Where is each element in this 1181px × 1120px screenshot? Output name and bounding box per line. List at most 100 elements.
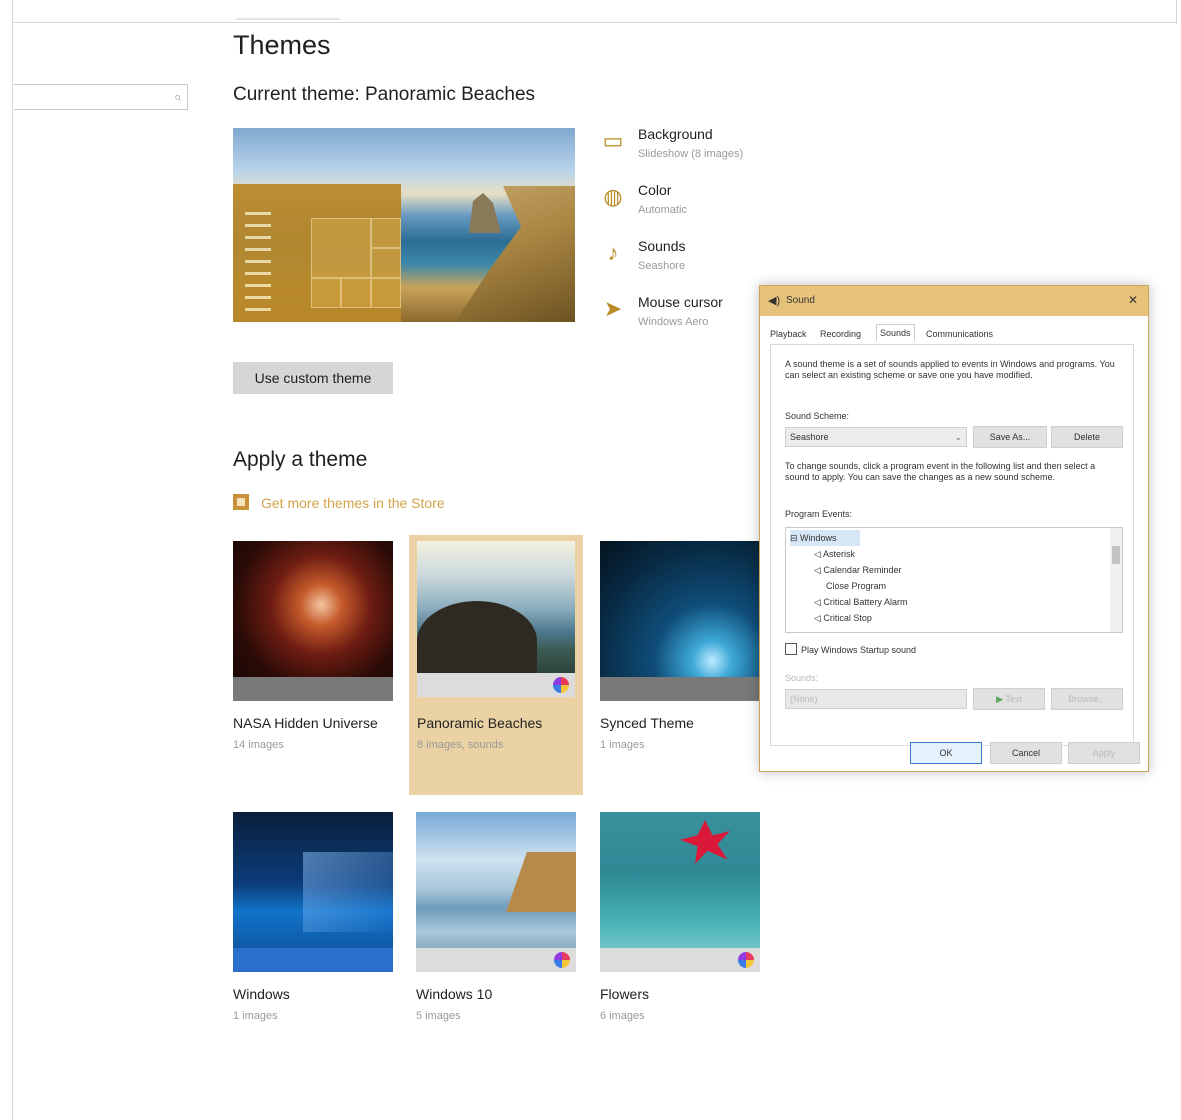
sounds-label: Sounds: xyxy=(785,673,819,683)
speaker-icon: ◀) xyxy=(768,295,781,307)
theme-count: 14 images xyxy=(233,739,284,751)
scheme-value: Seashore xyxy=(790,432,829,442)
theme-name: Windows xyxy=(233,986,290,1002)
theme-name: Synced Theme xyxy=(600,715,694,731)
window-top-border xyxy=(12,22,1176,23)
theme-thumbnail[interactable] xyxy=(600,812,760,972)
theme-count: 6 images xyxy=(600,1010,645,1022)
speaker-icon: ♪ xyxy=(607,240,619,265)
event-label: Calendar Reminder xyxy=(823,565,902,575)
list-item[interactable]: ⊟ Windows xyxy=(790,530,860,546)
play-icon: ▶ xyxy=(996,694,1006,704)
tab-sounds[interactable]: Sounds xyxy=(876,324,915,341)
setting-value: Slideshow (8 images) xyxy=(638,148,744,160)
speaker-icon: ◁ xyxy=(814,549,823,559)
store-icon xyxy=(233,494,249,510)
scheme-label: Sound Scheme: xyxy=(785,411,850,421)
picture-icon: ▭ xyxy=(602,128,624,153)
program-events-list[interactable]: ⊟ Windows ◁ Asterisk ◁ Calendar Reminder… xyxy=(785,527,1123,633)
color-palette-icon xyxy=(554,952,570,968)
change-help-text: To change sounds, click a program event … xyxy=(785,461,1096,482)
search-icon[interactable]: ⌕ xyxy=(174,89,181,105)
setting-color[interactable]: ◍ Color Automatic xyxy=(598,180,798,228)
ok-button[interactable]: OK xyxy=(910,742,982,764)
setting-value: Automatic xyxy=(638,204,687,216)
apply-button[interactable]: Apply xyxy=(1068,742,1140,764)
theme-card-panoramic-beaches[interactable]: Panoramic Beaches 8 images, sounds xyxy=(409,535,583,795)
event-label: Windows xyxy=(800,533,837,543)
theme-name: Windows 10 xyxy=(416,986,493,1002)
theme-thumbnail[interactable] xyxy=(417,541,575,697)
list-item[interactable]: ◁ Critical Battery Alarm xyxy=(814,594,907,610)
close-icon[interactable]: ✕ xyxy=(1128,293,1138,307)
collapse-icon[interactable]: ⊟ xyxy=(790,533,800,543)
theme-card-flowers[interactable]: Flowers 6 images xyxy=(600,812,760,1052)
test-label: Test xyxy=(1005,694,1022,704)
cursor-icon: ➤ xyxy=(603,296,623,321)
scrollbar-thumb[interactable] xyxy=(1112,546,1120,564)
speaker-icon: ◁ xyxy=(814,597,824,607)
sound-dialog: ◀) Sound ✕ Playback Recording Sounds Com… xyxy=(759,285,1149,772)
startup-sound-checkbox[interactable]: Play Windows Startup sound xyxy=(785,643,916,655)
preview-rock xyxy=(469,193,501,233)
sounds-value: (None) xyxy=(790,694,818,704)
setting-sounds[interactable]: ♪ Sounds Seashore xyxy=(598,236,798,284)
theme-thumbnail[interactable] xyxy=(416,812,576,972)
setting-label: Color xyxy=(638,182,672,198)
top-indicator xyxy=(236,18,340,20)
theme-name: Panoramic Beaches xyxy=(417,715,543,731)
preview-start-menu xyxy=(233,184,401,322)
theme-thumbnail[interactable] xyxy=(233,541,393,701)
tab-playback[interactable]: Playback xyxy=(770,326,807,342)
theme-thumbnail[interactable] xyxy=(600,541,760,701)
theme-card-windows[interactable]: Windows 1 images xyxy=(233,812,393,1052)
theme-count: 1 images xyxy=(600,739,645,751)
search-input[interactable]: ⌕ xyxy=(14,84,188,110)
store-link-label[interactable]: Get more themes in the Store xyxy=(261,495,445,511)
list-item[interactable]: ◁ Critical Stop xyxy=(814,610,872,626)
cancel-button[interactable]: Cancel xyxy=(990,742,1062,764)
page-title: Themes xyxy=(233,30,331,60)
event-label: Critical Stop xyxy=(823,613,872,623)
program-events-label: Program Events: xyxy=(785,509,853,519)
theme-count: 1 images xyxy=(233,1010,278,1022)
delete-button[interactable]: Delete xyxy=(1051,426,1123,448)
tab-communications[interactable]: Communications xyxy=(926,326,993,342)
setting-label: Mouse cursor xyxy=(638,294,723,310)
speaker-icon: ◁ xyxy=(814,565,824,575)
theme-preview xyxy=(233,128,575,322)
scheme-select[interactable]: Seashore ⌄ xyxy=(785,427,967,447)
store-link[interactable]: Get more themes in the Store xyxy=(233,494,445,511)
theme-card-windows-10[interactable]: Windows 10 5 images xyxy=(416,812,576,1052)
test-button[interactable]: ▶ Test xyxy=(973,688,1045,710)
color-palette-icon xyxy=(738,952,754,968)
theme-name: NASA Hidden Universe xyxy=(233,715,378,731)
color-palette-icon xyxy=(553,677,569,693)
window-right-border xyxy=(1176,0,1177,24)
dialog-title: Sound xyxy=(786,295,815,306)
event-label: Critical Battery Alarm xyxy=(823,597,908,607)
list-item[interactable]: ◁ Calendar Reminder xyxy=(814,562,901,578)
dialog-titlebar[interactable]: ◀) Sound ✕ xyxy=(760,286,1148,316)
list-item[interactable]: Close Program xyxy=(826,578,886,594)
event-label: Close Program xyxy=(826,581,887,591)
sounds-panel: A sound theme is a set of sounds applied… xyxy=(770,344,1134,746)
tab-recording[interactable]: Recording xyxy=(820,326,861,342)
scrollbar[interactable] xyxy=(1110,528,1122,632)
checkbox-box[interactable] xyxy=(785,643,797,655)
setting-value: Windows Aero xyxy=(638,316,709,328)
theme-thumbnail[interactable] xyxy=(233,812,393,972)
theme-card-nasa[interactable]: NASA Hidden Universe 14 images xyxy=(233,541,393,781)
current-theme-label: Current theme: Panoramic Beaches xyxy=(233,84,536,105)
setting-background[interactable]: ▭ Background Slideshow (8 images) xyxy=(598,124,798,172)
save-as-button[interactable]: Save As... xyxy=(973,426,1047,448)
theme-card-synced[interactable]: Synced Theme 1 images xyxy=(600,541,760,781)
chevron-down-icon: ⌄ xyxy=(954,432,962,442)
sounds-select[interactable]: (None) xyxy=(785,689,967,709)
browse-button[interactable]: Browse... xyxy=(1051,688,1123,710)
setting-label: Sounds xyxy=(638,238,686,254)
use-custom-theme-button[interactable]: Use custom theme xyxy=(233,362,393,394)
list-item[interactable]: ◁ Asterisk xyxy=(814,546,855,562)
scheme-description: A sound theme is a set of sounds applied… xyxy=(785,359,1115,380)
startup-sound-label: Play Windows Startup sound xyxy=(801,645,917,655)
